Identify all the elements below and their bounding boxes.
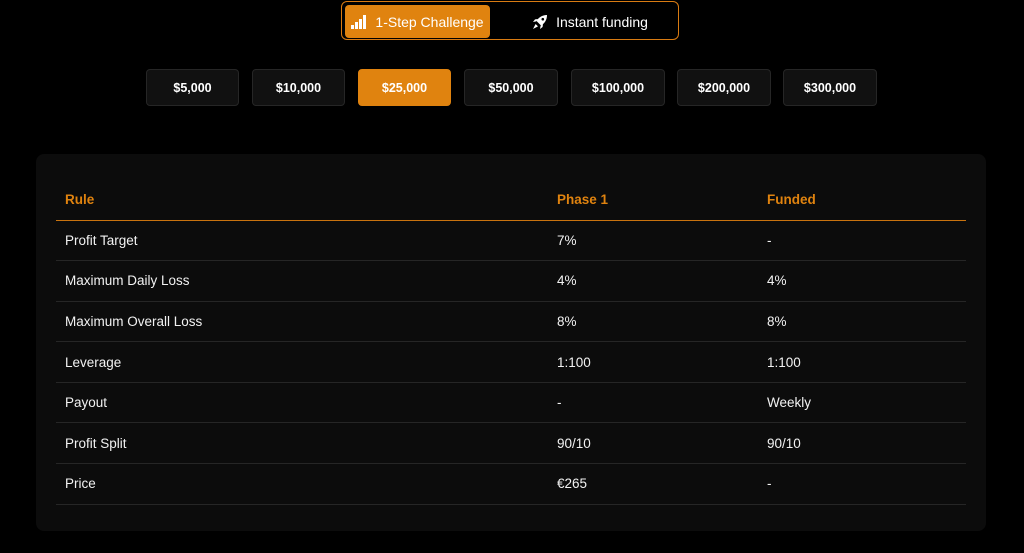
rule-name: Payout bbox=[56, 382, 548, 424]
phase-1-value: €265 bbox=[548, 463, 758, 505]
table-row: Leverage 1:100 1:100 bbox=[56, 341, 966, 383]
funded-value: 8% bbox=[758, 301, 966, 343]
challenge-type-toggle: 1-Step Challenge Instant funding bbox=[341, 1, 679, 40]
amount-button-200000[interactable]: $200,000 bbox=[677, 69, 771, 106]
header-phase-1: Phase 1 bbox=[548, 180, 758, 221]
table-row: Payout - Weekly bbox=[56, 382, 966, 424]
phase-1-value: 8% bbox=[548, 301, 758, 343]
header-funded: Funded bbox=[758, 180, 966, 221]
table-row: Maximum Daily Loss 4% 4% bbox=[56, 260, 966, 302]
one-step-challenge-label: 1-Step Challenge bbox=[375, 13, 484, 30]
page: 1-Step Challenge Instant funding $5,000 … bbox=[0, 0, 1024, 553]
funded-value: 4% bbox=[758, 260, 966, 302]
rule-name: Leverage bbox=[56, 341, 548, 383]
amount-button-50000[interactable]: $50,000 bbox=[464, 69, 558, 106]
phase-1-value: 4% bbox=[548, 260, 758, 302]
amount-button-10000[interactable]: $10,000 bbox=[252, 69, 345, 106]
bar-steps-icon bbox=[351, 14, 367, 29]
table-row: Maximum Overall Loss 8% 8% bbox=[56, 301, 966, 343]
funded-value: - bbox=[758, 463, 966, 505]
rule-name: Maximum Overall Loss bbox=[56, 301, 548, 343]
instant-funding-button[interactable]: Instant funding bbox=[520, 5, 660, 38]
funded-value: - bbox=[758, 220, 966, 262]
header-rule: Rule bbox=[56, 180, 548, 221]
rule-name: Profit Target bbox=[56, 220, 548, 262]
funded-value: 90/10 bbox=[758, 422, 966, 465]
phase-1-value: 7% bbox=[548, 220, 758, 262]
funded-value: 1:100 bbox=[758, 341, 966, 383]
rocket-icon bbox=[532, 14, 548, 30]
amount-button-100000[interactable]: $100,000 bbox=[571, 69, 665, 106]
table-row: Price €265 - bbox=[56, 463, 966, 505]
table-row: Profit Split 90/10 90/10 bbox=[56, 422, 966, 465]
one-step-challenge-button[interactable]: 1-Step Challenge bbox=[345, 5, 490, 38]
rule-name: Maximum Daily Loss bbox=[56, 260, 548, 302]
rules-card: Rule Phase 1 Funded Profit Target 7% - M… bbox=[36, 154, 986, 531]
rule-name: Price bbox=[56, 463, 548, 505]
phase-1-value: 1:100 bbox=[548, 341, 758, 383]
rule-name: Profit Split bbox=[56, 422, 548, 465]
amount-button-5000[interactable]: $5,000 bbox=[146, 69, 239, 106]
table-row: Profit Target 7% - bbox=[56, 220, 966, 262]
table-header-row: Rule Phase 1 Funded bbox=[56, 180, 966, 221]
phase-1-value: - bbox=[548, 382, 758, 424]
rules-table: Rule Phase 1 Funded Profit Target 7% - M… bbox=[56, 180, 966, 505]
phase-1-value: 90/10 bbox=[548, 422, 758, 465]
amount-button-300000[interactable]: $300,000 bbox=[783, 69, 877, 106]
instant-funding-label: Instant funding bbox=[556, 13, 648, 30]
amount-button-25000[interactable]: $25,000 bbox=[358, 69, 451, 106]
funded-value: Weekly bbox=[758, 382, 966, 424]
